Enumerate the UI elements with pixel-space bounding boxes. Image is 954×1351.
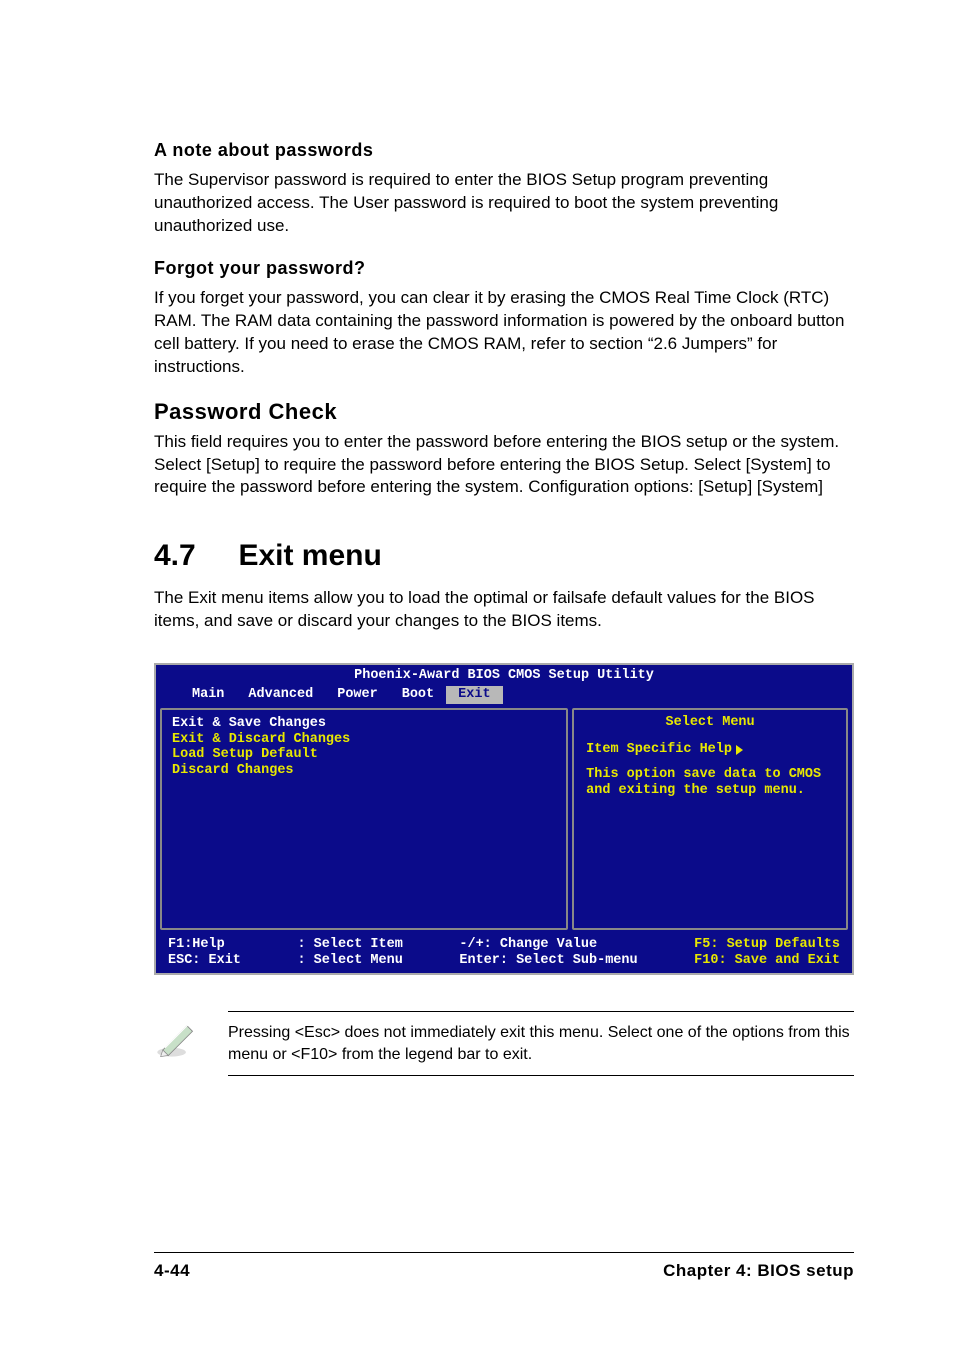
bios-tab-exit: Exit	[446, 686, 502, 704]
bios-menu-panel: Exit & Save Changes Exit & Discard Chang…	[160, 708, 568, 930]
paragraph-password-check: This field requires you to enter the pas…	[154, 431, 854, 500]
section-heading: 4.7 Exit menu	[154, 539, 854, 573]
chapter-label: Chapter 4: BIOS setup	[663, 1261, 854, 1281]
bios-tab-advanced: Advanced	[236, 686, 325, 704]
bios-legend-col4: F5: Setup Defaults F10: Save and Exit	[694, 937, 840, 968]
bios-menu-item-load-default: Load Setup Default	[172, 747, 556, 763]
bios-screenshot: Phoenix-Award BIOS CMOS Setup Utility Ma…	[154, 663, 854, 975]
heading-note-passwords: A note about passwords	[154, 140, 854, 161]
pencil-note-icon	[154, 1011, 198, 1066]
bios-help-body: This option save data to CMOS and exitin…	[586, 767, 834, 798]
paragraph-note-passwords: The Supervisor password is required to e…	[154, 169, 854, 238]
page-number: 4-44	[154, 1261, 190, 1281]
bios-help-panel: Select Menu Item Specific Help This opti…	[572, 708, 848, 930]
bios-legend-col2: : Select Item : Select Menu	[297, 937, 402, 968]
bios-legend-bar: F1:Help ESC: Exit : Select Item : Select…	[156, 934, 852, 973]
bios-legend-col1: F1:Help ESC: Exit	[168, 937, 241, 968]
bios-menu-item-exit-discard: Exit & Discard Changes	[172, 732, 556, 748]
bios-help-label: Item Specific Help	[586, 742, 834, 757]
paragraph-forgot: If you forget your password, you can cle…	[154, 287, 854, 379]
section-number: 4.7	[154, 539, 234, 573]
triangle-right-icon	[736, 745, 743, 755]
bios-tabs: Main Advanced Power Boot Exit	[156, 686, 852, 704]
bios-menu-item-exit-save: Exit & Save Changes	[172, 716, 556, 732]
section-title: Exit menu	[238, 539, 381, 572]
bios-tab-main: Main	[180, 686, 236, 704]
note-box: Pressing <Esc> does not immediately exit…	[154, 1011, 854, 1076]
bios-tab-boot: Boot	[390, 686, 446, 704]
bios-help-title: Select Menu	[586, 715, 834, 730]
note-content: Pressing <Esc> does not immediately exit…	[228, 1011, 854, 1076]
heading-forgot: Forgot your password?	[154, 258, 854, 279]
bios-legend-col3: -/+: Change Value Enter: Select Sub-menu	[459, 937, 637, 968]
paragraph-exit-menu: The Exit menu items allow you to load th…	[154, 587, 854, 633]
page-footer: 4-44 Chapter 4: BIOS setup	[154, 1252, 854, 1281]
bios-title: Phoenix-Award BIOS CMOS Setup Utility	[156, 665, 852, 686]
heading-password-check: Password Check	[154, 399, 854, 425]
bios-help-label-text: Item Specific Help	[586, 742, 732, 757]
bios-tab-power: Power	[325, 686, 390, 704]
bios-menu-item-discard: Discard Changes	[172, 763, 556, 779]
